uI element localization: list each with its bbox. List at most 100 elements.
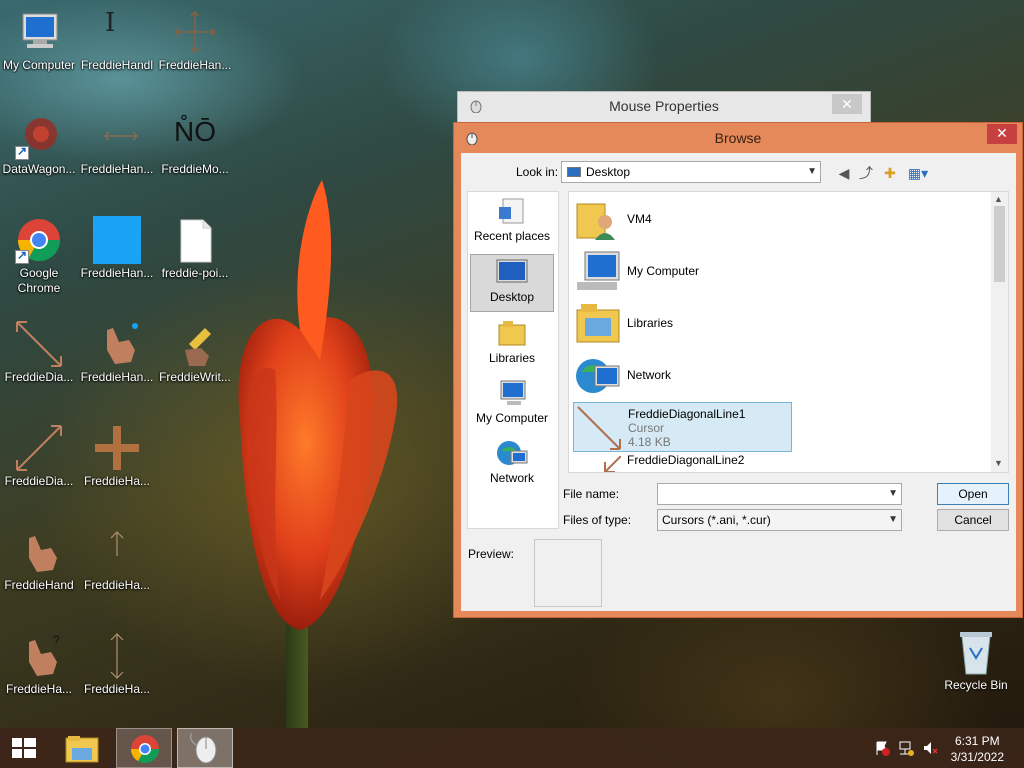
desktop-icon-label: freddie-poi... [161,266,229,280]
up-folder-icon[interactable]: ⤴ [857,164,875,182]
desktop-icon-label: DataWagon... [2,162,76,176]
desktop-icon-label: FreddieMo... [161,162,229,176]
computer-icon [15,8,63,56]
chrome-icon [15,216,63,264]
desktop-icon-freddieha-up[interactable]: FreddieHa... [78,524,156,624]
recent-places-icon [495,197,529,227]
desktop-icon-label: FreddieHandl [80,58,154,72]
desktop-icon-freddie-poi[interactable]: freddie-poi... [156,212,234,312]
taskbar: 6:31 PM 3/31/2022 [0,728,1024,768]
move-cursor-icon [171,8,219,56]
hand-cursor-icon [93,320,141,368]
list-item-vm4[interactable]: VM4 [573,194,993,244]
hand-cursor-icon [15,528,63,576]
mouse-properties-window[interactable]: Mouse Properties ✕ [457,91,871,123]
desktop-icon-label: FreddieHan... [158,58,232,72]
network-status-icon[interactable] [898,740,914,756]
place-recent-places[interactable]: Recent places [470,194,554,252]
desktop-icon-freddiehan-blue[interactable]: FreddieHan... [78,212,156,312]
desktop-icon-freddiehandl[interactable]: I FreddieHandl [78,4,156,104]
cancel-button[interactable]: Cancel [937,509,1009,531]
desktop-icon-label: FreddieHan... [80,162,154,176]
desktop-icon-label: FreddieHa... [83,474,151,488]
place-label: Libraries [488,351,536,365]
diagonal-resize-cursor-icon [575,451,626,472]
desktop-icon-freddiehan-move[interactable]: FreddieHan... [156,4,234,104]
taskbar-chrome[interactable] [116,728,172,768]
user-folder-icon [575,196,621,242]
place-my-computer[interactable]: My Computer [470,376,554,434]
list-item-freddiediagonalline1[interactable]: FreddieDiagonalLine1 Cursor 4.18 KB [573,402,792,452]
place-desktop[interactable]: Desktop [470,254,554,312]
place-libraries[interactable]: Libraries [470,316,554,374]
desktop-icon-freddiehan-horizontal[interactable]: FreddieHan... [78,108,156,208]
desktop-icon-label: FreddieHand [4,578,74,592]
desktop-icon-label: Recycle Bin [944,678,1008,692]
up-arrow-cursor-icon [93,528,141,576]
view-menu-icon[interactable]: ▦▾ [905,164,931,182]
volume-muted-icon[interactable] [922,740,938,756]
desktop-small-icon [567,167,581,177]
desktop-icon [495,258,529,288]
datawagon-icon [15,112,63,160]
list-item-network[interactable]: Network [573,350,993,400]
window-title: Mouse Properties [609,98,719,114]
dialog-body: Look in: Desktop ▼ ◀ ⤴ ✚ ▦▾ Recent place… [461,153,1016,611]
desktop-icon-freddiemo[interactable]: N̊Ō FreddieMo... [156,108,234,208]
list-item-libraries[interactable]: Libraries [573,298,993,348]
desktop-icon-freddiehan-hand-dot[interactable]: FreddieHan... [78,316,156,416]
network-icon [495,439,529,469]
busy-cursor-icon: N̊Ō [174,116,216,147]
desktop-icon-freddieha-help[interactable]: ? FreddieHa... [0,628,78,728]
chevron-down-icon[interactable]: ▼ [994,458,1003,468]
file-name-input[interactable]: ▼ [657,483,902,505]
places-bar: Recent places Desktop Libraries My Compu… [467,191,559,529]
desktop-icon-freddiehand[interactable]: FreddieHand [0,524,78,624]
chevron-up-icon[interactable]: ▲ [994,194,1003,204]
taskbar-file-explorer[interactable] [54,728,110,768]
list-item-my-computer[interactable]: My Computer [573,246,993,296]
desktop-icon-freddiedia-2[interactable]: FreddieDia... [0,420,78,520]
desktop-icon-datawagon[interactable]: DataWagon... [0,108,78,208]
open-button[interactable]: Open [937,483,1009,505]
desktop-icon-freddiedia-1[interactable]: FreddieDia... [0,316,78,416]
vertical-resize-cursor-icon [93,632,141,680]
desktop-icon-label: FreddieDia... [4,370,74,384]
computer-icon [495,379,529,409]
place-network[interactable]: Network [470,436,554,494]
desktop-icon-google-chrome[interactable]: Google Chrome [0,212,78,312]
files-of-type-label: Files of type: [563,513,632,527]
desktop-icon-freddiewrit[interactable]: FreddieWrit... [156,316,234,416]
start-button[interactable] [0,728,48,768]
network-icon [575,352,621,398]
shortcut-arrow-icon [15,248,29,264]
scrollbar-thumb[interactable] [994,206,1005,282]
desktop-icon-recycle-bin[interactable]: Recycle Bin [938,628,1014,700]
diagonal-resize-cursor-icon [576,405,622,451]
chevron-down-icon: ▼ [888,514,898,525]
place-label: Desktop [489,290,535,304]
taskbar-mouse-properties[interactable] [177,728,233,768]
desktop-icon-freddieha-vertical[interactable]: FreddieHa... [78,628,156,728]
vertical-scrollbar[interactable]: ▲ ▼ [991,192,1008,472]
desktop-icon-label: FreddieDia... [4,474,74,488]
desktop-icon-label: My Computer [2,58,76,72]
back-icon[interactable]: ◀ [835,164,853,182]
list-item-freddiediagonalline2[interactable]: FreddieDiagonalLine2 [573,451,993,472]
horizontal-resize-cursor-icon [93,112,141,160]
desktop-icon-freddieha-cross[interactable]: FreddieHa... [78,420,156,520]
diagonal-resize-cursor-icon [15,424,63,472]
files-of-type-select[interactable]: Cursors (*.ani, *.cur) ▼ [657,509,902,531]
file-name: VM4 [627,212,652,226]
close-button[interactable]: ✕ [987,124,1017,144]
clock[interactable]: 6:31 PM 3/31/2022 [951,733,1004,765]
action-center-flag-icon[interactable] [874,740,890,756]
place-label: My Computer [475,411,549,425]
svg-text:?: ? [53,633,60,647]
browse-dialog[interactable]: Browse ✕ Look in: Desktop ▼ ◀ ⤴ ✚ ▦▾ Rec… [453,122,1023,618]
desktop-icon-label: FreddieHan... [80,370,154,384]
close-button[interactable]: ✕ [832,94,862,114]
desktop-icon-my-computer[interactable]: My Computer [0,4,78,104]
look-in-combo[interactable]: Desktop ▼ [561,161,821,183]
new-folder-icon[interactable]: ✚ [881,164,899,182]
